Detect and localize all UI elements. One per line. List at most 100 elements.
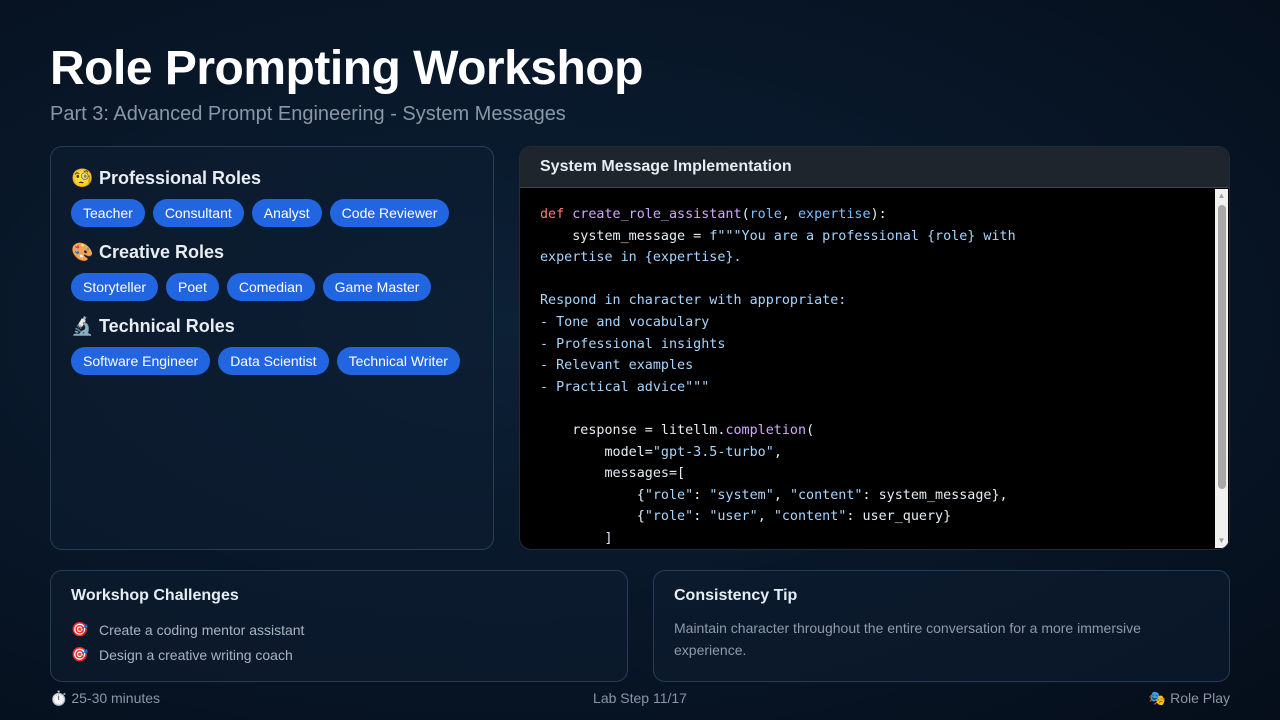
code-token: ] (540, 530, 613, 546)
code-token: Respond in character with appropriate: (540, 293, 847, 309)
code-line: def create_role_assistant(role, expertis… (540, 204, 1194, 226)
target-icon: 🎯 (71, 621, 89, 637)
code-token: { (540, 487, 645, 503)
footer-step: Lab Step 11/17 (593, 690, 687, 706)
role-chip[interactable]: Comedian (226, 273, 315, 301)
role-group-heading: 🔬 Technical Roles (71, 315, 473, 337)
role-group-heading: 🎨 Creative Roles (71, 241, 473, 263)
role-chip-list: Software Engineer Data Scientist Technical… (71, 347, 473, 375)
page-title: Role Prompting Workshop (50, 42, 643, 95)
role-chip[interactable]: Software Engineer (71, 347, 211, 375)
code-token: "gpt-3.5-turbo" (652, 444, 774, 460)
role-chip[interactable]: Code Reviewer (329, 199, 450, 227)
page-subtitle: Part 3: Advanced Prompt Engineering - Sy… (50, 103, 566, 125)
role-chip-list: Teacher Consultant Analyst Code Reviewer (71, 199, 473, 227)
code-token: completion (725, 422, 807, 438)
role-chip[interactable]: Poet (166, 273, 219, 301)
tip-text: Maintain character throughout the entire… (674, 620, 1141, 658)
code-token: model= (540, 444, 653, 460)
code-line: - Tone and vocabulary (540, 312, 1194, 334)
code-token: - Professional insights (540, 336, 726, 352)
code-token: , (773, 487, 790, 503)
code-token: - Tone and vocabulary (540, 314, 710, 330)
role-group: 🧐 Professional Roles Teacher Consultant Anal… (71, 167, 473, 227)
challenge-text: Design a creative writing coach (99, 646, 293, 663)
code-line: ] (540, 528, 1194, 549)
role-chip[interactable]: Data Scientist (218, 347, 329, 375)
challenge-list: 🎯 Create a coding mentor assistant 🎯 Design… (71, 617, 607, 667)
footer-mode: 🎭 Role Play (1149, 688, 1230, 708)
challenges-title: Workshop Challenges (71, 587, 239, 604)
code-token: , (757, 509, 774, 525)
code-token: "content" (773, 509, 847, 525)
code-block: def create_role_assistant(role, expertis… (520, 188, 1214, 549)
code-token: role (749, 207, 782, 222)
role-group: 🔬 Technical Roles Software Engineer Data Sc… (71, 315, 473, 375)
code-token: system_message = (540, 228, 710, 244)
code-line: - Relevant examples (540, 355, 1194, 377)
challenge-text: Create a coding mentor assistant (99, 621, 305, 638)
code-token: messages=[ (540, 466, 686, 482)
role-chip-list: Storyteller Poet Comedian Game Master (71, 273, 473, 301)
tip-title: Consistency Tip (674, 587, 798, 604)
code-scrollbar[interactable]: ▲ ▼ (1215, 189, 1228, 548)
code-token: "user" (709, 509, 758, 525)
role-chip[interactable]: Technical Writer (336, 347, 460, 375)
code-token: : (693, 509, 710, 525)
code-token: - Relevant examples (540, 358, 694, 374)
code-token: "role" (644, 509, 694, 525)
code-token: ): (870, 207, 887, 222)
scroll-up-arrow-icon[interactable]: ▲ (1215, 189, 1228, 203)
role-group-title: Professional Roles (99, 167, 262, 188)
code-line: system_message = f"""You are a professio… (540, 226, 1194, 248)
code-token: , (773, 444, 782, 460)
challenges-panel: Workshop Challenges 🎯 Create a coding men… (50, 570, 628, 682)
code-token: expertise (798, 207, 871, 222)
challenge-item: 🎯 Create a coding mentor assistant (71, 617, 607, 642)
code-token: "role" (644, 487, 694, 503)
code-token: : system_message}, (862, 487, 1008, 503)
code-token: response = litellm. (540, 422, 726, 438)
code-line: response = litellm.completion( (540, 420, 1194, 442)
role-group: 🎨 Creative Roles Storyteller Poet Comedian Ga… (71, 241, 473, 301)
code-line: - Professional insights (540, 334, 1194, 356)
microscope-icon: 🔬 (71, 315, 94, 336)
role-group-heading: 🧐 Professional Roles (71, 167, 473, 189)
code-token: def (540, 207, 573, 222)
roles-panel: 🧐 Professional Roles Teacher Consultant Anal… (50, 146, 494, 550)
code-line: Respond in character with appropriate: (540, 290, 1194, 312)
code-line: - Practical advice""" (540, 377, 1194, 399)
code-token: , (781, 207, 798, 222)
role-chip[interactable]: Analyst (251, 199, 322, 227)
code-line: {"role": "system", "content": system_mes… (540, 485, 1194, 507)
challenge-item: 🎯 Design a creative writing coach (71, 642, 607, 667)
role-chip[interactable]: Game Master (322, 273, 432, 301)
theater-masks-icon: 🎭 (1148, 690, 1167, 706)
mode-label: Role Play (1170, 690, 1230, 706)
code-token: ( (741, 207, 750, 222)
code-line: messages=[ (540, 463, 1194, 485)
role-group-title: Technical Roles (99, 315, 235, 336)
monocle-face-icon: 🧐 (71, 167, 94, 188)
palette-icon: 🎨 (71, 241, 94, 262)
scroll-down-arrow-icon[interactable]: ▼ (1215, 534, 1228, 548)
code-token: - Practical advice""" (540, 379, 710, 395)
role-chip[interactable]: Consultant (152, 199, 244, 227)
code-line: model="gpt-3.5-turbo", (540, 442, 1194, 464)
code-token: : (693, 487, 710, 503)
code-panel: System Message Implementation def create… (519, 146, 1230, 550)
code-token: { (540, 509, 645, 525)
role-chip[interactable]: Teacher (71, 199, 145, 227)
role-group-title: Creative Roles (99, 241, 225, 262)
code-token: expertise in {expertise}. (540, 250, 742, 266)
role-chip[interactable]: Storyteller (71, 273, 159, 301)
code-line: {"role": "user", "content": user_query} (540, 506, 1194, 528)
code-token: ( (806, 422, 815, 438)
code-token: : user_query} (846, 509, 952, 525)
code-token: "content" (789, 487, 863, 503)
code-token: create_role_assistant (572, 207, 742, 222)
scroll-thumb[interactable] (1218, 205, 1226, 489)
code-token: f"""You are a professional {role} with (709, 228, 1016, 244)
